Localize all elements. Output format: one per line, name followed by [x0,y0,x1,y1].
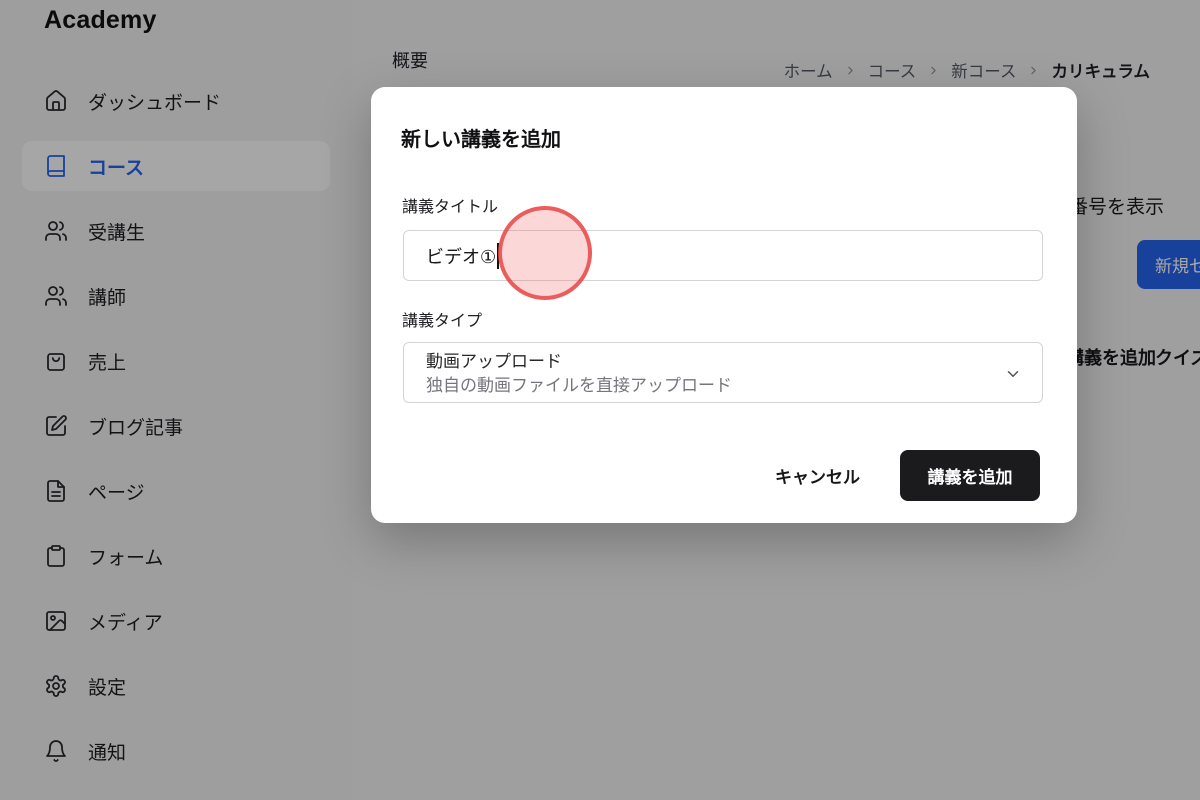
chevron-down-icon [1004,365,1022,383]
lecture-type-selected: 動画アップロード [426,350,994,374]
lecture-title-label: 講義タイトル [402,193,498,217]
lecture-type-select[interactable]: 動画アップロード 独自の動画ファイルを直接アップロード [403,342,1043,403]
text-caret [497,243,499,269]
lecture-type-label: 講義タイプ [402,307,482,331]
modal-footer: キャンセル 講義を追加 [775,450,1040,501]
modal-title: 新しい講義を追加 [401,127,561,153]
lecture-title-input[interactable]: ビデオ① [403,230,1043,281]
lecture-type-description: 独自の動画ファイルを直接アップロード [426,374,994,397]
add-lecture-modal: 新しい講義を追加 講義タイトル ビデオ① 講義タイプ 動画アップロード 独自の動… [371,87,1077,523]
cancel-button[interactable]: キャンセル [775,463,860,488]
lecture-title-value: ビデオ① [426,243,496,269]
add-lecture-button[interactable]: 講義を追加 [900,450,1040,501]
